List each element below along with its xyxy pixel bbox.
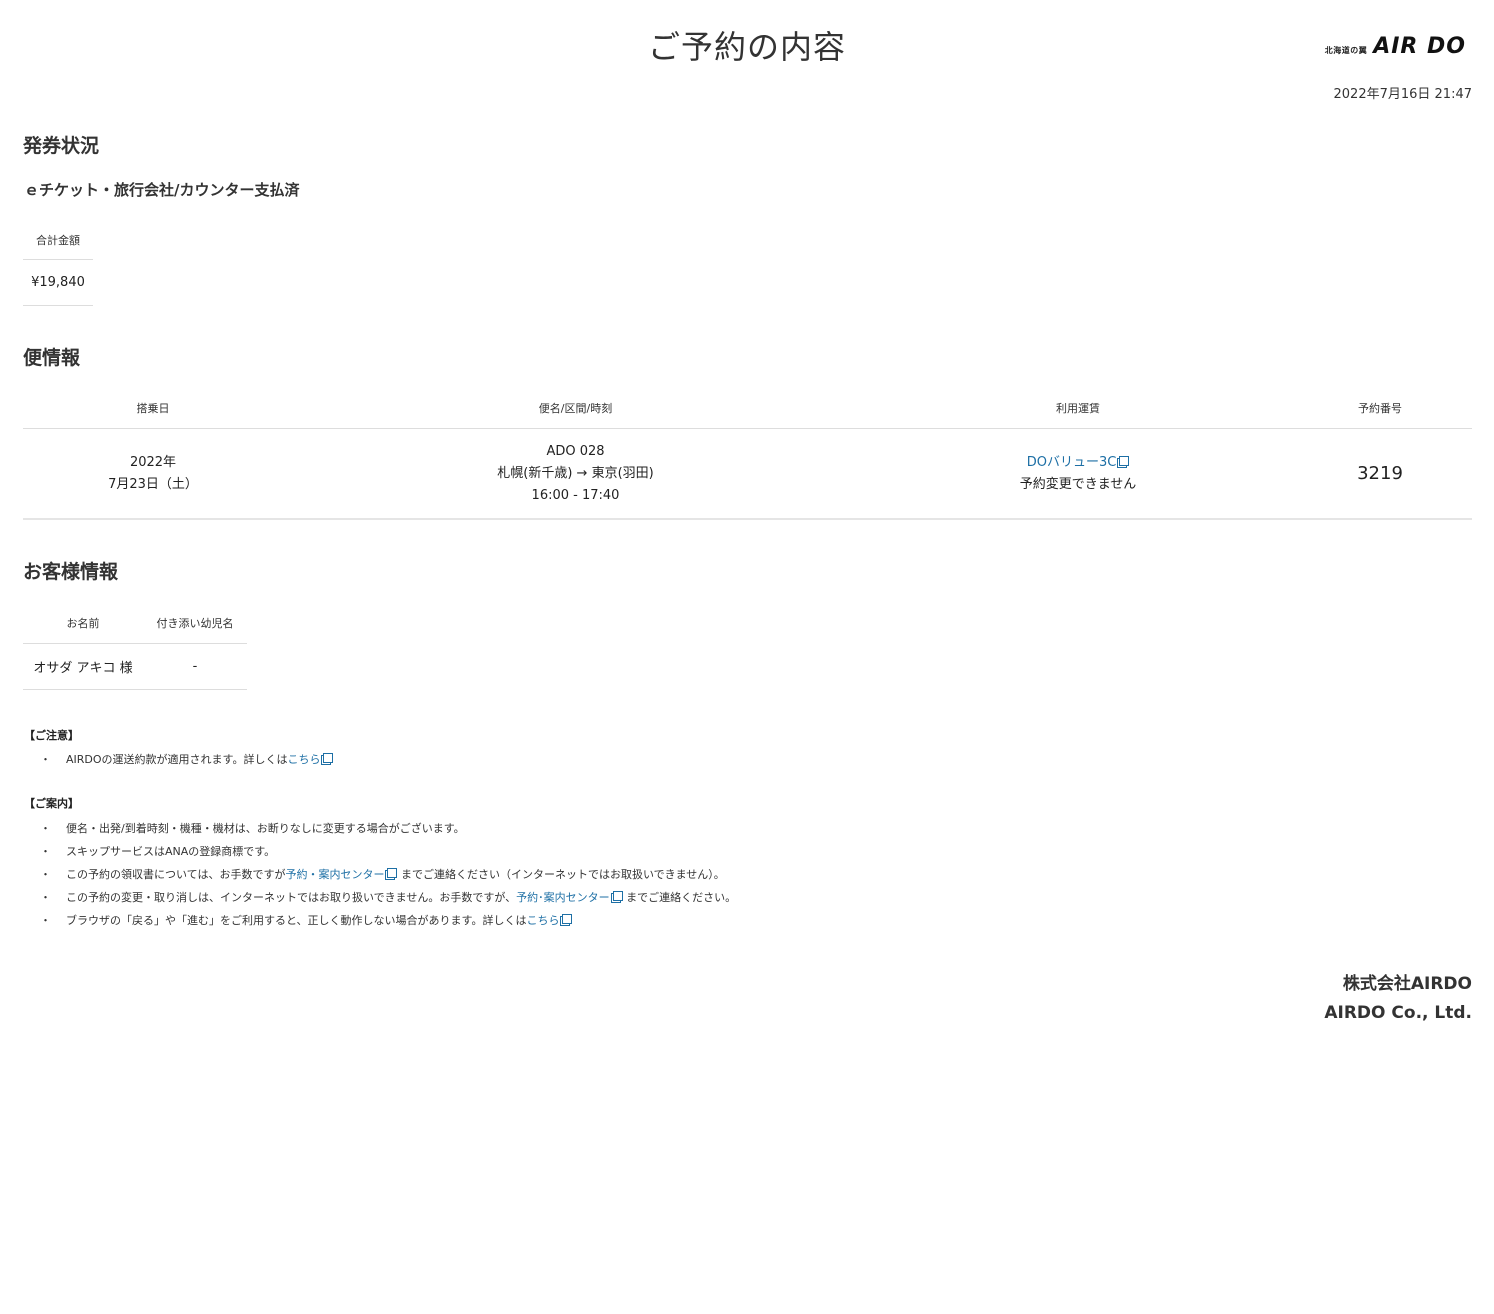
list-item: ・ AIRDOの運送約款が適用されます。詳しくはこちら [24,748,334,771]
issued-datetime: 2022年7月16日 21:47 [1333,87,1473,102]
flight-info-heading: 便情報 [23,347,81,369]
terms-link[interactable]: こちら [287,753,334,766]
caution-list: ・ AIRDOの運送約款が適用されます。詳しくはこちら [24,748,334,771]
table-row: オサダ アキコ 様 - [23,643,247,690]
external-link-icon [1119,455,1130,466]
note-text-after: までご連絡ください（インターネットではお取扱いできません）。 [397,868,725,881]
external-link-icon [612,891,623,901]
list-item: ・便名・出発/到着時刻・機種・機材は、お断りなしに変更する場合がございます。 [40,822,465,835]
boarding-date: 7月23日（土） [108,476,198,492]
logo-tagline: 北海道の翼 [1324,46,1368,55]
list-item: ・この予約の変更・取り消しは、インターネットではお取り扱いできません。お手数です… [40,891,737,904]
col-reservation-no: 予約番号 [1288,388,1472,429]
guide-heading: 【ご案内】 [24,797,79,810]
flight-table: 搭乗日 便名/区間/時刻 利用運賃 予約番号 2022年 7月23日（土） AD… [23,388,1472,520]
note-text-after: までご連絡ください。 [622,891,737,904]
flight-cell: ADO 028 札幌(新千歳) → 東京(羽田) 16:00 - 17:40 [283,428,868,520]
flight-number: ADO 028 [546,443,605,459]
reservation-center-link-label: 予約･案内センター [516,891,610,904]
company-name: 株式会社AIRDO AIRDO Co., Ltd. [1324,970,1472,1028]
note-text: AIRDOの運送約款が適用されます。詳しくは [66,753,288,766]
company-name-ja: 株式会社AIRDO [1342,974,1472,994]
reservation-number: 3219 [1288,428,1472,520]
reservation-center-link[interactable]: 予約・案内センター [285,868,398,881]
passenger-name: オサダ アキコ 様 [23,643,143,690]
company-name-en: AIRDO Co., Ltd. [1324,1003,1472,1023]
col-flight-route-time: 便名/区間/時刻 [283,388,868,429]
note-text: ブラウザの「戻る」や「進む」をご利用すると、正しく動作しない場合があります。詳し… [66,914,527,927]
browser-help-link[interactable]: こちら [526,914,573,927]
boarding-year: 2022年 [129,454,177,470]
total-amount-value: ¥19,840 [23,259,93,306]
fare-link[interactable]: DOバリュー3C [1027,455,1130,470]
external-link-icon [387,868,398,878]
total-amount-table: 合計金額 ¥19,840 [23,220,93,306]
browser-help-link-label: こちら [526,914,560,927]
table-row: 2022年 7月23日（土） ADO 028 札幌(新千歳) → 東京(羽田) … [23,428,1472,520]
logo-text: AIR DO [1373,34,1466,59]
list-item: ・ブラウザの「戻る」や「進む」をご利用すると、正しく動作しない場合があります。詳… [24,909,736,932]
reservation-center-link[interactable]: 予約･案内センター [516,891,623,904]
reservation-center-link-label: 予約・案内センター [285,868,385,881]
total-amount-label: 合計金額 [23,220,93,260]
note-text: この予約の変更・取り消しは、インターネットではお取り扱いできません。お手数ですが… [66,891,517,904]
col-infant-name: 付き添い幼児名 [143,603,247,644]
ticket-status-text: ｅチケット・旅行会社/カウンター支払済 [24,181,300,199]
note-text: 便名・出発/到着時刻・機種・機材は、お断りなしに変更する場合がございます。 [66,822,465,835]
flight-time: 16:00 - 17:40 [531,487,620,503]
guide-list: ・便名・出発/到着時刻・機種・機材は、お断りなしに変更する場合がございます。 ・… [24,817,736,932]
col-name: お名前 [23,603,143,644]
note-text: スキップサービスはANAの登録商標です。 [66,845,276,858]
page-title: ご予約の内容 [647,28,846,66]
ticket-status-heading: 発券状況 [23,135,100,157]
customer-table: お名前 付き添い幼児名 オサダ アキコ 様 - [23,603,247,690]
fare-link-label: DOバリュー3C [1026,454,1117,470]
external-link-icon [562,914,573,924]
boarding-date-cell: 2022年 7月23日（土） [23,428,283,520]
fare-cell: DOバリュー3C 予約変更できません [868,428,1288,520]
airdo-logo: 北海道の翼 AIR DO [1325,34,1466,59]
note-text: この予約の領収書については、お手数ですが [66,868,286,881]
fare-note: 予約変更できません [1019,476,1137,492]
customer-info-heading: お客様情報 [23,561,119,583]
list-item: ・この予約の領収書については、お手数ですが予約・案内センター までご連絡ください… [40,868,725,881]
external-link-icon [323,753,334,763]
customer-table-header: お名前 付き添い幼児名 [23,603,247,644]
col-fare: 利用運賃 [868,388,1288,429]
terms-link-label: こちら [287,753,321,766]
col-boarding-date: 搭乗日 [23,388,283,429]
infant-name: - [143,643,247,690]
list-item: ・スキップサービスはANAの登録商標です。 [40,845,276,858]
flight-table-header: 搭乗日 便名/区間/時刻 利用運賃 予約番号 [23,388,1472,429]
flight-route: 札幌(新千歳) → 東京(羽田) [497,465,654,481]
caution-heading: 【ご注意】 [24,729,79,742]
